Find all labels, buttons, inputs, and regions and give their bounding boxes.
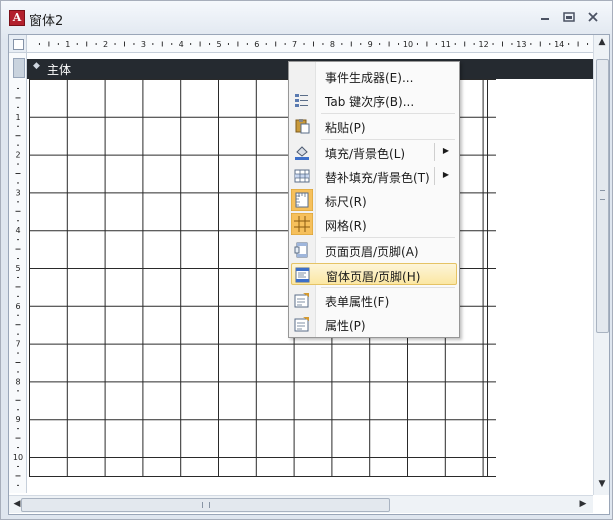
vertical-ruler-ticks: 1 2 3 4 5 6 7 8 9 10 [13, 87, 23, 486]
ruler-number: 4 [15, 226, 20, 235]
menu-item-label: 填充/背景色(L) [325, 147, 406, 161]
ruler-number: 7 [292, 40, 297, 49]
submenu-arrow-icon: ▶ [442, 146, 449, 155]
submenu-divider [434, 143, 435, 161]
scroll-up-arrow-icon[interactable]: ▲ [594, 37, 610, 47]
ruler-number: 1 [15, 113, 20, 122]
submenu-divider [434, 167, 435, 185]
menu-item-label: 网格(R) [325, 219, 367, 233]
menu-item-page-header-footer[interactable]: 页面页眉/页脚(A) [291, 239, 457, 261]
ruler-number: 1 [65, 40, 70, 49]
menu-item-label: 页面页眉/页脚(A) [325, 245, 419, 259]
form-header-footer-icon [295, 267, 310, 283]
close-button[interactable] [583, 10, 603, 26]
menu-item-label: 表单属性(F) [325, 295, 390, 309]
menu-item-tab-order[interactable]: Tab 键次序(B)... [291, 89, 457, 111]
section-arrow-icon: ◆ [33, 61, 40, 71]
vertical-scrollbar[interactable]: ▲ ▼ [593, 35, 609, 495]
menu-item-event-builder[interactable]: 事件生成器(E)... [291, 65, 457, 87]
scroll-grip-icon [202, 502, 210, 508]
menu-separator [321, 287, 455, 288]
menu-item-ruler[interactable]: 标尺(R) [291, 189, 457, 211]
page-header-footer-icon [294, 242, 308, 258]
access-app-icon[interactable]: A [9, 10, 25, 26]
menu-separator [321, 113, 455, 114]
menu-item-fill-color[interactable]: 填充/背景色(L) ▶ [291, 141, 457, 163]
minimize-icon [541, 18, 549, 20]
restore-button[interactable] [559, 10, 579, 26]
ruler-number: 10 [403, 40, 413, 49]
ruler-number: 5 [15, 264, 20, 273]
section-selector[interactable] [13, 58, 25, 78]
menu-item-paste[interactable]: 粘贴(P) [291, 115, 457, 137]
menu-item-label: 标尺(R) [325, 195, 367, 209]
ruler-number: 13 [516, 40, 526, 49]
grid-icon [291, 213, 313, 235]
menu-item-label: 事件生成器(E)... [325, 71, 414, 85]
scroll-right-arrow-icon[interactable]: ▶ [575, 499, 591, 509]
ruler-number: 7 [15, 340, 20, 349]
properties-icon [294, 317, 309, 332]
form-properties-icon [294, 293, 309, 308]
menu-item-label: Tab 键次序(B)... [325, 95, 415, 109]
ruler-number: 5 [216, 40, 221, 49]
menu-item-alternate-fill[interactable]: 替补填充/背景色(T) ▶ [291, 165, 457, 187]
context-menu: 事件生成器(E)... Tab 键次序(B)... 粘贴(P) 填充/背景色(L… [288, 61, 460, 338]
paste-icon [295, 119, 310, 134]
ruler-number: 2 [15, 151, 20, 160]
menu-item-label: 窗体页眉/页脚(H) [326, 270, 421, 284]
menu-item-grid[interactable]: 网格(R) [291, 213, 457, 235]
ruler-number: 12 [479, 40, 489, 49]
scroll-grip-icon [600, 190, 605, 200]
title-bar[interactable]: A 窗体2 [1, 1, 612, 33]
window-title: 窗体2 [29, 14, 64, 29]
menu-separator [321, 139, 455, 140]
vertical-ruler[interactable]: 1 2 3 4 5 6 7 8 9 10 [9, 53, 27, 493]
ruler-number: 4 [179, 40, 184, 49]
menu-item-label: 粘贴(P) [325, 121, 366, 135]
ruler-number: 8 [15, 377, 20, 386]
ruler-number: 14 [554, 40, 564, 49]
ruler-number: 6 [254, 40, 259, 49]
tab-order-icon [295, 94, 308, 107]
ruler-number: 6 [15, 302, 20, 311]
menu-item-label: 替补填充/背景色(T) [325, 171, 430, 185]
close-icon [588, 12, 598, 22]
submenu-arrow-icon: ▶ [442, 170, 449, 179]
restore-icon [563, 12, 575, 22]
horizontal-ruler-ticks: 1 2 3 4 5 6 7 8 9 10 11 12 13 14 [38, 40, 589, 49]
horizontal-scroll-thumb[interactable] [21, 498, 390, 512]
ruler-number: 8 [330, 40, 335, 49]
minimize-button[interactable] [535, 10, 555, 26]
horizontal-scrollbar[interactable]: ◀ ▶ [9, 495, 593, 513]
ruler-number: 3 [141, 40, 146, 49]
ruler-icon [291, 189, 313, 211]
ruler-number: 10 [13, 453, 23, 462]
ruler-number: 11 [441, 40, 451, 49]
menu-item-properties[interactable]: 属性(P) [291, 313, 457, 335]
ruler-corner[interactable] [9, 35, 27, 53]
menu-separator [321, 237, 455, 238]
ruler-number: 2 [103, 40, 108, 49]
horizontal-ruler[interactable]: 1 2 3 4 5 6 7 8 9 10 11 12 13 14 [27, 35, 593, 53]
ruler-number: 9 [15, 415, 20, 424]
menu-item-label: 属性(P) [325, 319, 366, 333]
vertical-scroll-thumb[interactable] [596, 59, 609, 333]
fill-color-icon [295, 146, 309, 160]
menu-item-form-properties[interactable]: 表单属性(F) [291, 289, 457, 311]
section-label: 主体 [47, 63, 72, 77]
form-selector-box[interactable] [13, 39, 24, 50]
scroll-down-arrow-icon[interactable]: ▼ [594, 479, 610, 489]
alternate-fill-icon [294, 169, 310, 183]
menu-item-form-header-footer[interactable]: 窗体页眉/页脚(H) [291, 263, 457, 285]
ruler-number: 3 [15, 188, 20, 197]
ruler-number: 9 [368, 40, 373, 49]
